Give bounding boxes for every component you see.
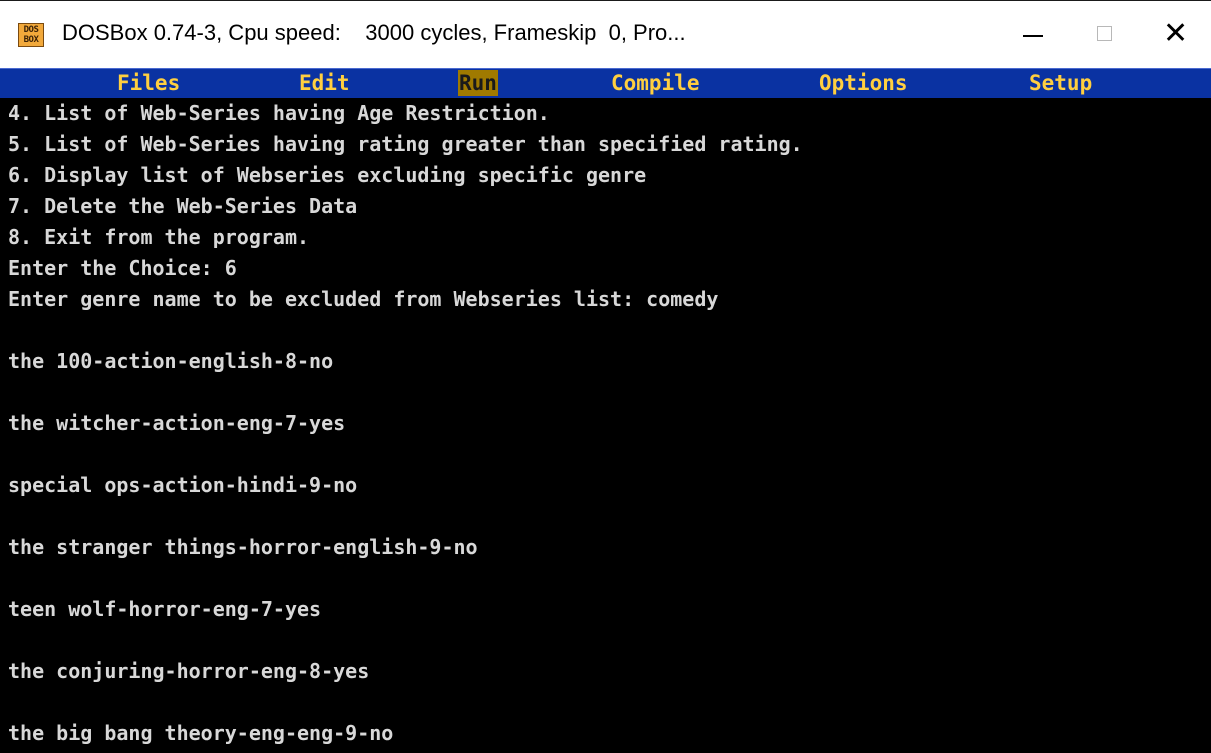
menu-files[interactable]: Files <box>116 70 181 96</box>
maximize-button[interactable] <box>1071 1 1141 69</box>
menu-compile[interactable]: Compile <box>610 70 701 96</box>
console-line: 8. Exit from the program. <box>8 225 310 249</box>
console-line: 4. List of Web-Series having Age Restric… <box>8 101 550 125</box>
menu-run[interactable]: Run <box>458 70 498 96</box>
console-line: 5. List of Web-Series having rating grea… <box>8 132 803 156</box>
dosbox-window: DOS BOX DOSBox 0.74-3, Cpu speed: 3000 cy… <box>0 0 1211 753</box>
console-output[interactable]: 4. List of Web-Series having Age Restric… <box>8 98 1208 753</box>
title-bar[interactable]: DOS BOX DOSBox 0.74-3, Cpu speed: 3000 cy… <box>0 0 1211 68</box>
window-title: DOSBox 0.74-3, Cpu speed: 3000 cycles, F… <box>62 20 686 45</box>
console-line: the 100-action-english-8-no <box>8 349 334 373</box>
console-line: Enter genre name to be excluded from Web… <box>8 287 719 311</box>
minimize-button[interactable] <box>1001 1 1071 69</box>
menu-setup[interactable]: Setup <box>1028 70 1093 96</box>
console-line: Enter the Choice: 6 <box>8 256 237 280</box>
console-line-input: No <box>8 749 1208 753</box>
console-line: 7. Delete the Web-Series Data <box>8 194 358 218</box>
menu-edit[interactable]: Edit <box>298 70 351 96</box>
console-line: teen wolf-horror-eng-7-yes <box>8 597 322 621</box>
close-button[interactable]: ✕ <box>1141 1 1211 69</box>
close-icon: ✕ <box>1163 16 1189 51</box>
ide-menu-bar: Files Edit Run Compile Options Setup <box>0 68 1211 98</box>
console-line: the witcher-action-eng-7-yes <box>8 411 346 435</box>
dosbox-app-icon[interactable]: DOS BOX <box>18 23 44 47</box>
console-line: the conjuring-horror-eng-8-yes <box>8 659 370 683</box>
menu-options[interactable]: Options <box>818 70 909 96</box>
console-line: the stranger things-horror-english-9-no <box>8 535 478 559</box>
maximize-icon <box>1097 26 1112 41</box>
console-line: 6. Display list of Webseries excluding s… <box>8 163 647 187</box>
minimize-icon <box>1023 35 1043 37</box>
console-line: the big bang theory-eng-eng-9-no <box>8 721 394 745</box>
console-line: special ops-action-hindi-9-no <box>8 473 358 497</box>
